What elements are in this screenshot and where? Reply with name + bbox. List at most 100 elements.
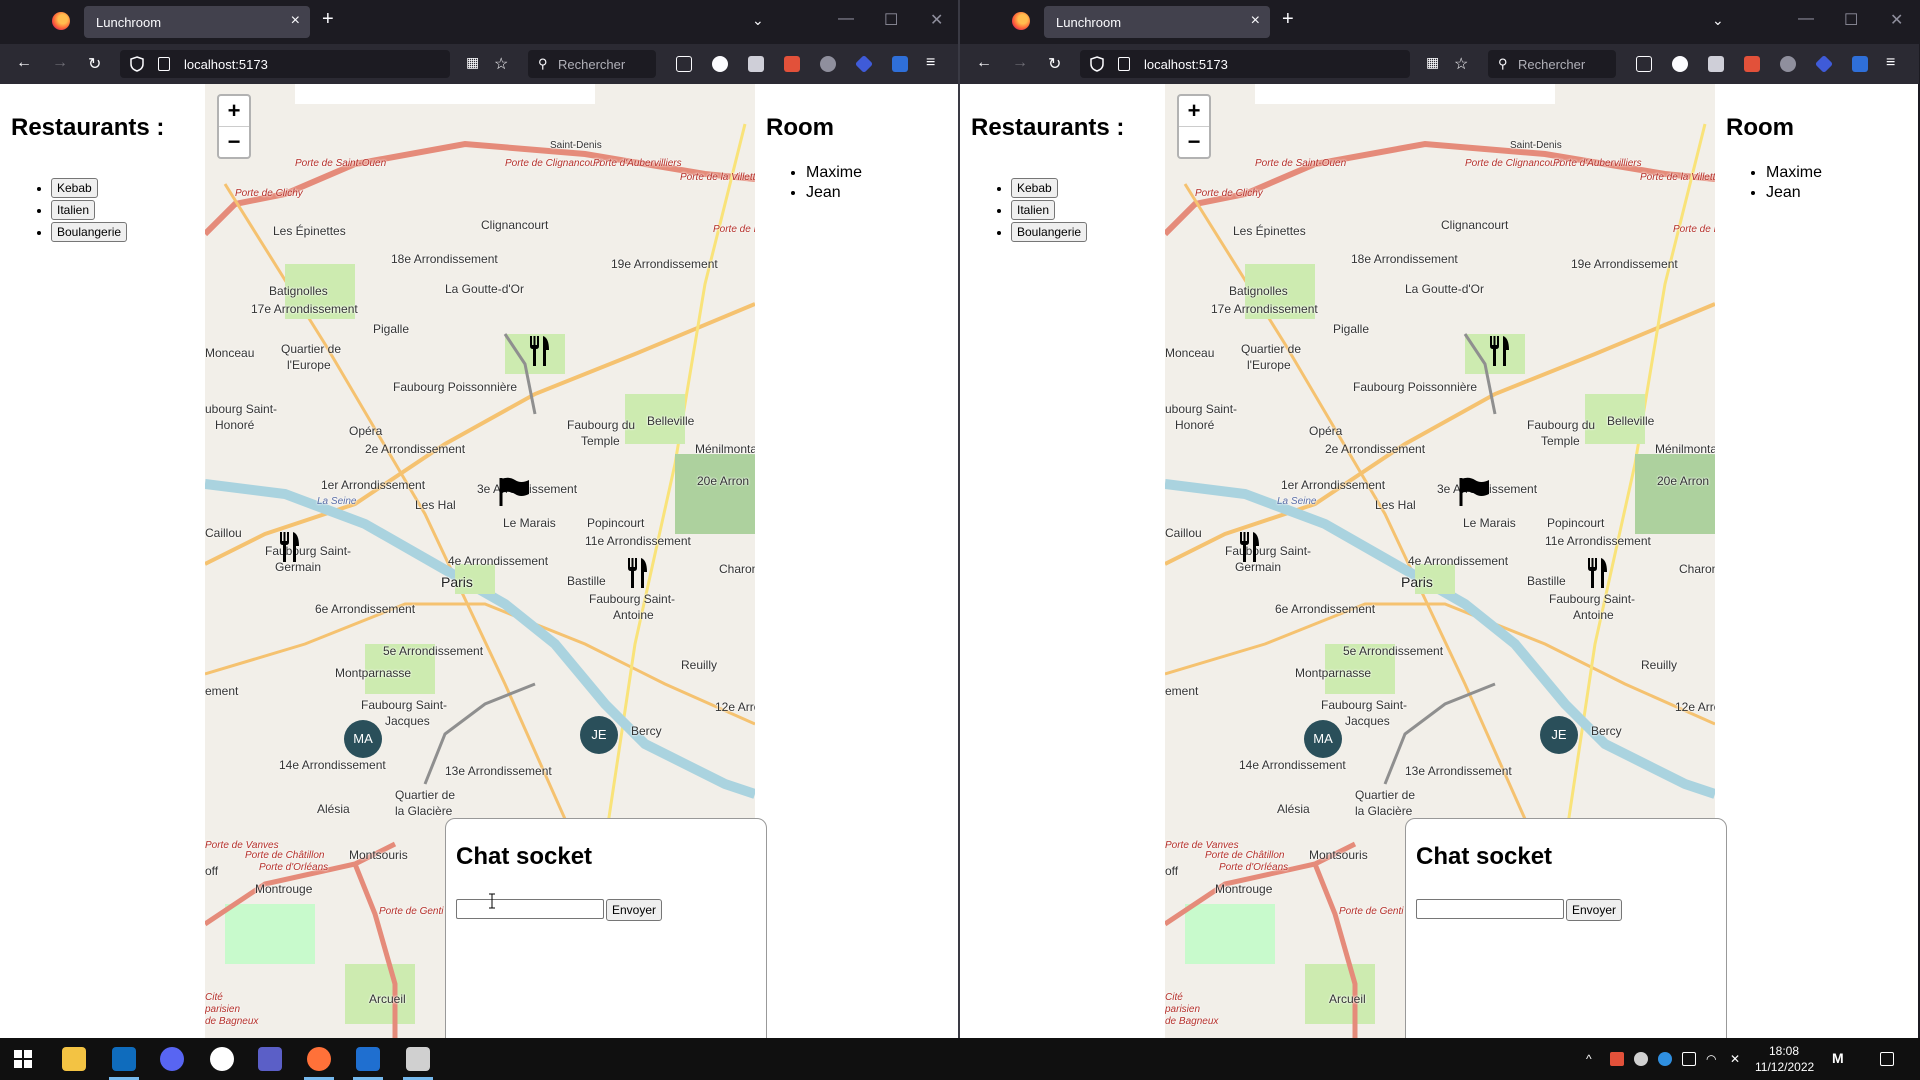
- diamond-extension-icon[interactable]: [854, 54, 874, 74]
- lighthouse-extension-icon[interactable]: [784, 56, 800, 72]
- fork-knife-icon[interactable]: [1237, 530, 1261, 564]
- room-member-list: Maxime Jean: [800, 164, 862, 204]
- chat-message-input[interactable]: [456, 899, 604, 919]
- clock-date[interactable]: 11/12/2022: [1755, 1060, 1814, 1074]
- clock-time[interactable]: 18:08: [1769, 1044, 1799, 1058]
- map-label: 6e Arrondissement: [1275, 602, 1376, 616]
- shield-icon[interactable]: [1090, 56, 1104, 72]
- extensions-grid-icon[interactable]: [748, 56, 764, 72]
- new-tab-button[interactable]: +: [322, 8, 334, 31]
- menu-icon[interactable]: ≡: [926, 54, 935, 72]
- qr-code-icon[interactable]: ▦: [1426, 54, 1439, 71]
- user-avatar-maxime[interactable]: MA: [1304, 720, 1342, 758]
- close-window-icon[interactable]: ✕: [1890, 10, 1903, 30]
- diamond-extension-icon[interactable]: [1814, 54, 1834, 74]
- fork-knife-icon[interactable]: [625, 556, 649, 590]
- url-text[interactable]: localhost:5173: [184, 57, 268, 72]
- maximize-icon[interactable]: ☐: [1844, 10, 1858, 30]
- account-icon[interactable]: [712, 56, 728, 72]
- onedrive-icon[interactable]: [1634, 1052, 1648, 1066]
- qr-code-icon[interactable]: ▦: [466, 54, 479, 71]
- close-tab-icon[interactable]: ×: [291, 12, 300, 30]
- url-bar[interactable]: localhost:5173: [120, 50, 450, 78]
- bitwarden-shield-icon[interactable]: [892, 56, 908, 72]
- account-icon[interactable]: [1672, 56, 1688, 72]
- reload-icon[interactable]: ↻: [88, 54, 101, 74]
- pocket-icon[interactable]: [1636, 56, 1652, 72]
- close-window-icon[interactable]: ✕: [930, 10, 943, 30]
- list-item: Italien: [51, 200, 127, 222]
- bookmark-star-icon[interactable]: ☆: [494, 54, 508, 74]
- back-arrow-icon[interactable]: ←: [16, 54, 32, 72]
- chat-send-button[interactable]: Envoyer: [606, 899, 663, 921]
- teams-icon[interactable]: [258, 1047, 282, 1071]
- fork-knife-icon[interactable]: [1585, 556, 1609, 590]
- room-title: Room: [1726, 114, 1794, 141]
- tab-lunchroom[interactable]: Lunchroom ×: [84, 6, 310, 38]
- pocket-icon[interactable]: [676, 56, 692, 72]
- tab-lunchroom[interactable]: Lunchroom ×: [1044, 6, 1270, 38]
- url-bar[interactable]: localhost:5173: [1080, 50, 1410, 78]
- meet-now-icon[interactable]: M: [1832, 1050, 1852, 1068]
- remote-desktop-icon[interactable]: [406, 1047, 430, 1071]
- search-box[interactable]: ⚲ Rechercher: [1488, 50, 1616, 78]
- restaurant-boulangerie-button[interactable]: Boulangerie: [1011, 222, 1088, 242]
- onedrive-business-icon[interactable]: [1658, 1052, 1672, 1066]
- map-label: Popincourt: [587, 516, 645, 530]
- chrome-icon[interactable]: [210, 1047, 234, 1071]
- shield-icon[interactable]: [130, 56, 144, 72]
- back-arrow-icon[interactable]: ←: [976, 54, 992, 72]
- notification-icon[interactable]: [1880, 1052, 1894, 1066]
- minimize-icon[interactable]: —: [838, 10, 854, 28]
- windows-start-icon[interactable]: [14, 1050, 32, 1068]
- reload-icon[interactable]: ↻: [1048, 54, 1061, 74]
- menu-icon[interactable]: ≡: [1886, 54, 1895, 72]
- maximize-icon[interactable]: ☐: [884, 10, 898, 30]
- zoom-out-button[interactable]: −: [219, 127, 249, 157]
- volume-muted-icon[interactable]: ✕: [1730, 1052, 1744, 1066]
- forward-arrow-icon[interactable]: →: [52, 54, 68, 72]
- chat-message-input[interactable]: [1416, 899, 1564, 919]
- restaurant-italien-button[interactable]: Italien: [51, 200, 96, 220]
- spy-extension-icon[interactable]: [820, 56, 836, 72]
- restaurant-boulangerie-button[interactable]: Boulangerie: [51, 222, 128, 242]
- spy-extension-icon[interactable]: [1780, 56, 1796, 72]
- restaurant-kebab-button[interactable]: Kebab: [51, 178, 98, 198]
- user-avatar-jean[interactable]: JE: [580, 716, 618, 754]
- tray-app-icon[interactable]: [1610, 1052, 1624, 1066]
- user-avatar-maxime[interactable]: MA: [344, 720, 382, 758]
- extensions-grid-icon[interactable]: [1708, 56, 1724, 72]
- fork-knife-icon[interactable]: [527, 334, 551, 368]
- discord-icon[interactable]: [160, 1047, 184, 1071]
- webstorm-icon[interactable]: [356, 1047, 380, 1071]
- flag-icon[interactable]: [1457, 476, 1491, 508]
- bookmark-star-icon[interactable]: ☆: [1454, 54, 1468, 74]
- map-label: Saint-Denis: [1510, 140, 1562, 151]
- chevron-up-icon[interactable]: ^: [1586, 1052, 1600, 1066]
- forward-arrow-icon[interactable]: →: [1012, 54, 1028, 72]
- restaurant-kebab-button[interactable]: Kebab: [1011, 178, 1058, 198]
- chat-send-button[interactable]: Envoyer: [1566, 899, 1623, 921]
- restaurant-italien-button[interactable]: Italien: [1011, 200, 1056, 220]
- user-avatar-jean[interactable]: JE: [1540, 716, 1578, 754]
- battery-icon[interactable]: [1682, 1052, 1696, 1066]
- chevron-down-icon[interactable]: ⌄: [1712, 12, 1724, 29]
- chevron-down-icon[interactable]: ⌄: [752, 12, 764, 29]
- zoom-in-button[interactable]: +: [219, 96, 249, 127]
- bitwarden-shield-icon[interactable]: [1852, 56, 1868, 72]
- minimize-icon[interactable]: —: [1798, 10, 1814, 28]
- fork-knife-icon[interactable]: [1487, 334, 1511, 368]
- zoom-out-button[interactable]: −: [1179, 127, 1209, 157]
- url-text[interactable]: localhost:5173: [1144, 57, 1228, 72]
- lighthouse-extension-icon[interactable]: [1744, 56, 1760, 72]
- outlook-icon[interactable]: [112, 1047, 136, 1071]
- search-box[interactable]: ⚲ Rechercher: [528, 50, 656, 78]
- new-tab-button[interactable]: +: [1282, 8, 1294, 31]
- close-tab-icon[interactable]: ×: [1251, 12, 1260, 30]
- flag-icon[interactable]: [497, 476, 531, 508]
- file-explorer-icon[interactable]: [62, 1047, 86, 1071]
- wifi-icon[interactable]: ◠: [1706, 1052, 1720, 1066]
- zoom-in-button[interactable]: +: [1179, 96, 1209, 127]
- firefox-taskbar-icon[interactable]: [307, 1047, 331, 1071]
- fork-knife-icon[interactable]: [277, 530, 301, 564]
